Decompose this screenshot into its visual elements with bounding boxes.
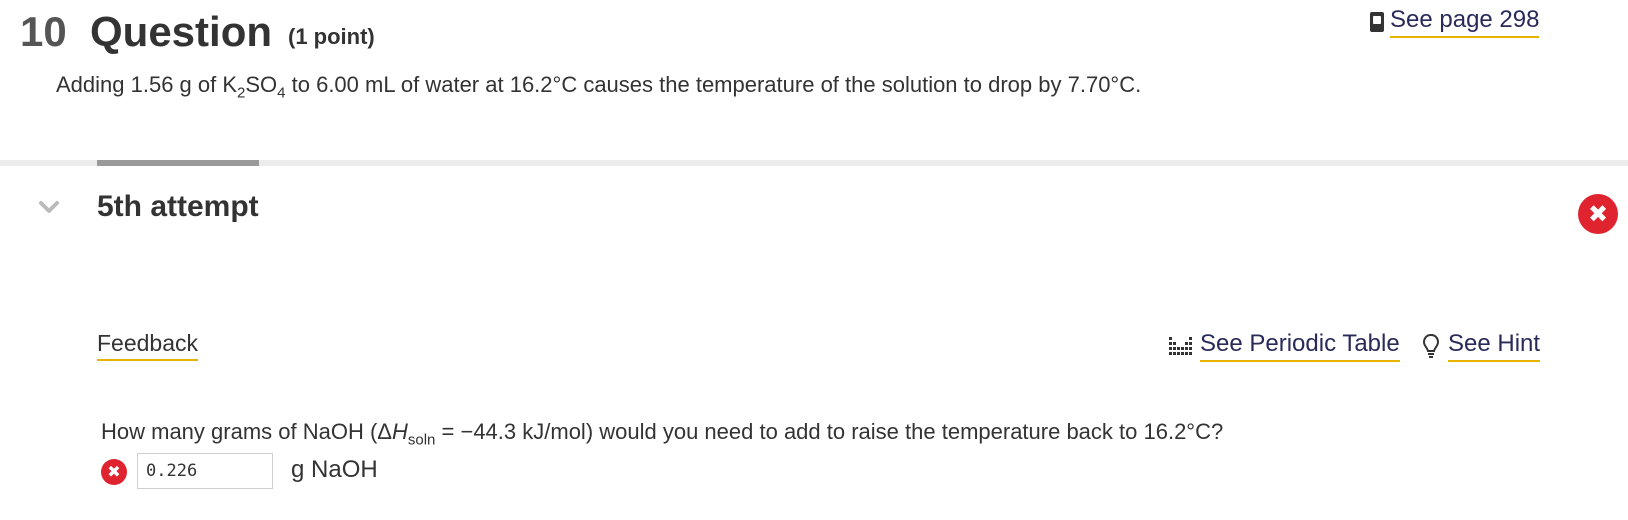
question-number: 10 (20, 8, 67, 55)
see-periodic-table-label: See Periodic Table (1200, 330, 1400, 362)
question-points: (1 point) (288, 24, 375, 49)
lightbulb-icon (1422, 333, 1440, 358)
see-page-label: See page 298 (1390, 6, 1540, 38)
question-text: How many grams of NaOH (ΔHsoln = −44.3 k… (101, 419, 1224, 449)
active-attempt-indicator (97, 160, 259, 166)
x-circle-icon: ✖ (1578, 194, 1618, 234)
answer-unit: g NaOH (291, 456, 378, 483)
x-circle-icon: ✖ (101, 459, 127, 485)
periodic-table-icon (1169, 337, 1192, 355)
see-periodic-table-link[interactable]: See Periodic Table (1168, 330, 1400, 362)
question-prompt: Adding 1.56 g of K2SO4 to 6.00 mL of wat… (56, 72, 1142, 102)
see-hint-link[interactable]: See Hint (1422, 330, 1541, 362)
answer-input[interactable] (137, 453, 273, 489)
see-page-link[interactable]: See page 298 (1370, 6, 1540, 38)
question-title: Question (90, 8, 273, 55)
ebook-icon (1370, 12, 1384, 32)
attempt-label: 5th attempt (97, 190, 259, 223)
see-hint-label: See Hint (1448, 330, 1541, 362)
chevron-down-icon[interactable] (38, 196, 60, 218)
feedback-link[interactable]: Feedback (97, 330, 199, 361)
